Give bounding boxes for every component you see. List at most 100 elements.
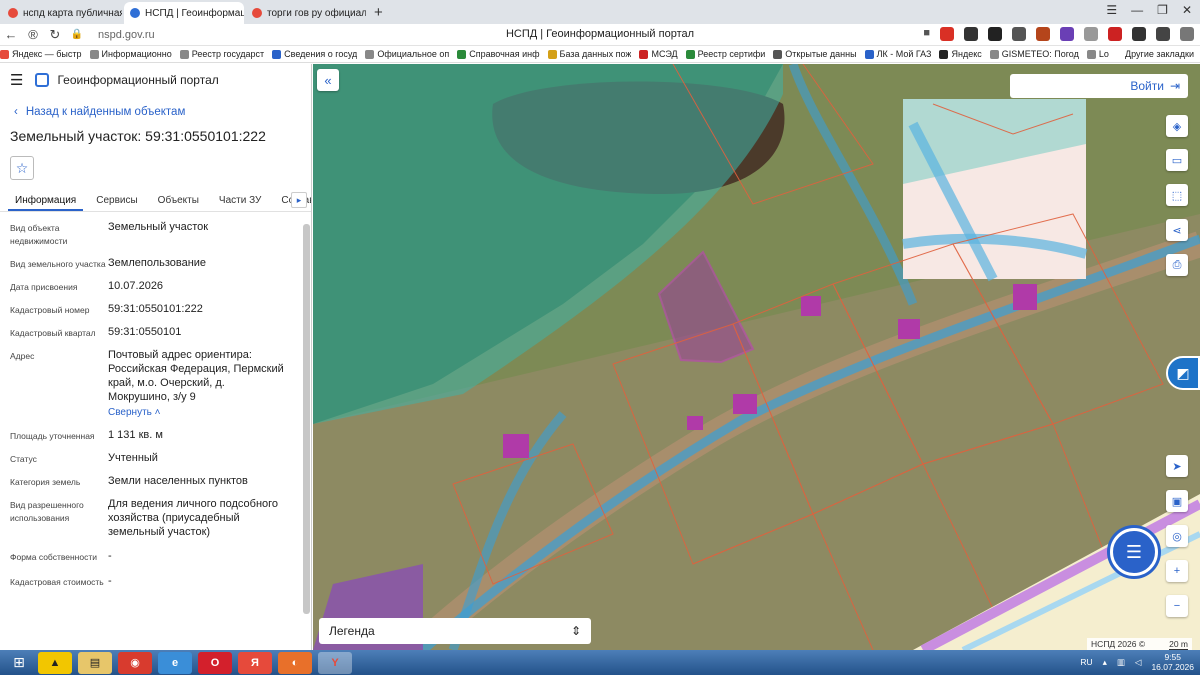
taskbar-app[interactable]: e <box>158 651 192 674</box>
other-bookmarks[interactable]: Другие закладки <box>1125 49 1194 59</box>
bookmark-item[interactable]: Официальное оп <box>365 49 449 59</box>
favorite-star-button[interactable]: ☆ <box>10 156 34 180</box>
select-area-button[interactable]: ⬚ <box>1166 184 1188 206</box>
tab-objects[interactable]: Объекты <box>151 190 206 211</box>
extension-icon[interactable] <box>1036 27 1050 41</box>
close-window-icon[interactable]: ✕ <box>1182 3 1192 17</box>
chat-assistant-button[interactable]: ☰ <box>1110 528 1158 576</box>
menu-icon[interactable] <box>1180 27 1194 41</box>
language-indicator[interactable]: RU <box>1080 657 1092 667</box>
collapse-link[interactable]: Свернуть ˄ <box>108 406 288 420</box>
bookmark-item[interactable]: Реестр сертифи <box>685 49 765 59</box>
extension-icon[interactable] <box>1012 27 1026 41</box>
legend-button[interactable]: Легенда ⇕ <box>319 618 591 644</box>
extension-icon[interactable] <box>1132 27 1146 41</box>
menu-icon[interactable]: ☰ <box>10 71 23 89</box>
minimize-icon[interactable]: — <box>1131 3 1143 17</box>
bookmark-icon <box>179 49 189 59</box>
sidebar-scrollbar[interactable] <box>303 224 310 614</box>
extension-icon[interactable] <box>964 27 978 41</box>
tray-icon[interactable]: ▴ <box>1103 657 1107 668</box>
address-bar: ← ® ↻ 🔒 nspd.gov.ru НСПД | Геоинформацио… <box>0 24 1200 46</box>
login-icon: ⇥ <box>1169 79 1180 93</box>
ruler-button[interactable]: ▭ <box>1166 149 1188 171</box>
bookmark-item[interactable]: Яндекс — быстр <box>0 49 82 59</box>
bookmark-icon <box>0 49 9 59</box>
property-list: Вид объекта недвижимости Земельный участо… <box>0 212 311 589</box>
taskbar-app[interactable]: O <box>198 651 232 674</box>
taskbar-app[interactable]: ◉ <box>118 651 152 674</box>
zoom-in-button[interactable]: + <box>1166 560 1188 582</box>
window-controls: ☰ — ❐ ✕ <box>1106 3 1192 17</box>
portal-logo-icon <box>35 73 50 87</box>
bookmark-item[interactable]: Сведения о госуд <box>272 49 357 59</box>
download-icon[interactable] <box>1156 27 1170 41</box>
bookmark-item[interactable]: GISMETEO: Погод <box>989 49 1079 59</box>
tab-services[interactable]: Сервисы <box>89 190 144 211</box>
side-widget-button[interactable]: ◩ <box>1166 356 1200 390</box>
basemap-button[interactable]: ▣ <box>1166 490 1188 512</box>
restore-icon[interactable]: ❐ <box>1157 3 1168 17</box>
bookmarks-bar: Яндекс — быстр Информационно Реестр госу… <box>0 46 1200 63</box>
share-button[interactable]: ⋖ <box>1166 219 1188 241</box>
start-button[interactable]: ⊞ <box>6 652 32 674</box>
bookmark-item[interactable]: База данных пож <box>547 49 631 59</box>
taskbar-app[interactable]: ◐ <box>278 651 312 674</box>
bookmark-item[interactable]: Открытые данны <box>773 49 857 59</box>
volume-icon[interactable]: ◁ <box>1135 657 1142 668</box>
bookmark-icon <box>457 49 467 59</box>
navigate-button[interactable]: ➤ <box>1166 455 1188 477</box>
bookmark-item[interactable]: МСЭД <box>639 49 678 59</box>
folder-icon: ▤ <box>89 657 101 669</box>
extension-icon[interactable] <box>1108 27 1122 41</box>
sidebar-header: ☰ Геоинформационный портал <box>0 64 311 96</box>
print-button[interactable]: ⎙ <box>1166 254 1188 276</box>
bookmark-item[interactable]: Яндекс <box>939 49 982 59</box>
property-value: Земельный участок <box>108 221 209 233</box>
bookmark-list-icon[interactable]: ☰ <box>1106 3 1117 17</box>
login-button[interactable]: Войти ⇥ <box>1010 74 1188 98</box>
taskbar-app[interactable]: ▤ <box>78 651 112 674</box>
browser-tab-1[interactable]: нспд карта публичная кад ✕ <box>2 2 122 24</box>
clock-date: 16.07.2026 <box>1151 662 1194 672</box>
zoom-out-button[interactable]: − <box>1166 595 1188 617</box>
bookmark-item[interactable]: Информационно <box>89 49 172 59</box>
network-icon[interactable]: ▥ <box>1117 657 1125 668</box>
taskbar-app[interactable]: Я <box>238 651 272 674</box>
back-link[interactable]: ‹ Назад к найденным объектам <box>0 106 311 118</box>
new-tab-button[interactable]: + <box>374 4 383 21</box>
app-name: Геоинформационный портал <box>57 73 219 87</box>
browser-tab-2[interactable]: НСПД | Геоинформацион ✕ <box>124 2 244 24</box>
tab-parts[interactable]: Части ЗУ <box>212 190 268 211</box>
bookmark-item[interactable]: Справочная инф <box>457 49 540 59</box>
taskbar-app-active[interactable]: Y <box>318 651 352 674</box>
bookmark-item[interactable]: Реестр государст <box>179 49 264 59</box>
tab-info[interactable]: Информация <box>8 190 84 211</box>
bookmark-item[interactable]: Lo <box>1086 49 1109 59</box>
nspd-icon <box>130 8 140 18</box>
extension-icon[interactable] <box>1084 27 1098 41</box>
extension-icon[interactable] <box>988 27 1002 41</box>
browser-tab-label: нспд карта публичная кад <box>23 7 122 19</box>
collapse-sidebar-button[interactable]: « <box>317 69 339 91</box>
bookmark-item[interactable]: ЛК - Мой ГАЗ <box>864 49 931 59</box>
property-label: Площадь уточненная <box>10 431 95 441</box>
clock[interactable]: 9:55 16.07.2026 <box>1151 652 1194 672</box>
adblock-icon[interactable] <box>940 27 954 41</box>
bookmark-icon <box>989 49 999 59</box>
browser-tab-bar: нспд карта публичная кад ✕ НСПД | Геоинф… <box>0 0 1200 24</box>
bookmark-icon[interactable]: ■ <box>923 27 930 41</box>
property-value: Почтовый адрес ориентира: Российская Фед… <box>108 349 284 403</box>
taskbar-app[interactable]: ▲ <box>38 651 72 674</box>
extension-icon[interactable] <box>1060 27 1074 41</box>
browser-tab-3[interactable]: торги гов ру официальны ✕ <box>246 2 366 24</box>
chevron-left-icon: ‹ <box>14 106 18 118</box>
map-view[interactable]: « Войти ⇥ ◈ ▭ ⬚ ⋖ ⎙ ◩ ➤ ▣ ◎ + − ☰ Легенд… <box>313 64 1200 650</box>
tabs-scroll-right-button[interactable]: ▸ <box>291 192 307 208</box>
geolocation-button[interactable]: ◎ <box>1166 525 1188 547</box>
bookmark-icon <box>685 49 695 59</box>
property-value: Земли населенных пунктов <box>108 475 248 487</box>
property-value: 1 131 кв. м <box>108 429 163 441</box>
scale-label: 20 m <box>1169 638 1188 650</box>
layers-button[interactable]: ◈ <box>1166 115 1188 137</box>
